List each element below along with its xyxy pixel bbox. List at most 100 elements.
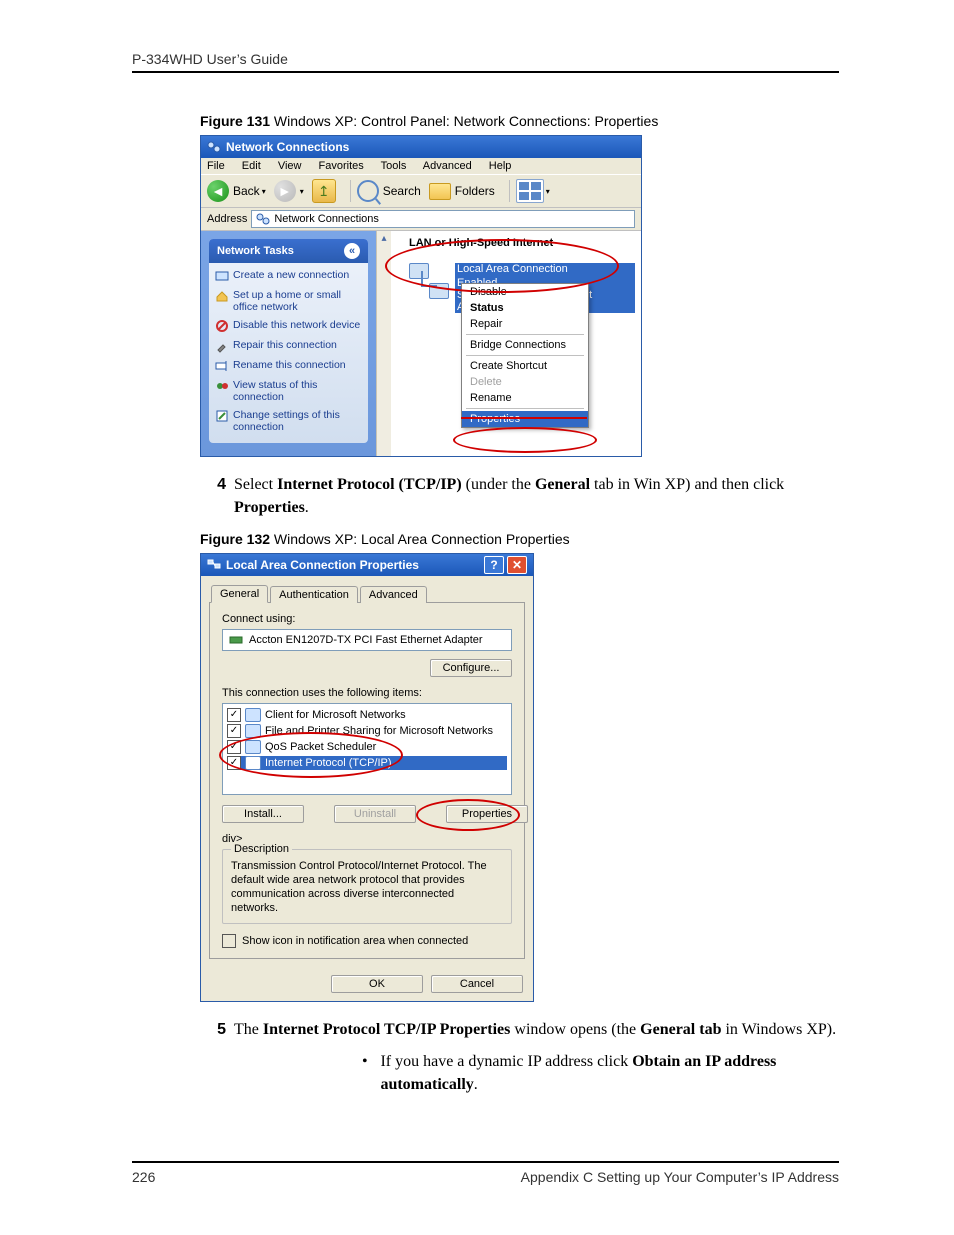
fig132-caption-label: Figure 132 <box>200 531 270 547</box>
tasks-panel: Network Tasks « Create a new connection … <box>201 231 376 456</box>
task-rename[interactable]: Rename this connection <box>213 357 364 377</box>
ctx-delete: Delete <box>462 374 588 390</box>
dialog-titlebar[interactable]: Local Area Connection Properties ? ✕ <box>201 554 533 576</box>
menu-advanced[interactable]: Advanced <box>423 160 472 172</box>
step-5-number: 5 <box>204 1018 226 1041</box>
step-5: 5 The Internet Protocol TCP/IP Propertie… <box>204 1018 839 1041</box>
properties-button[interactable]: Properties <box>446 805 528 823</box>
step-4-number: 4 <box>204 473 226 519</box>
folders-button[interactable]: Folders <box>429 183 495 200</box>
menu-edit[interactable]: Edit <box>242 160 261 172</box>
network-icon <box>207 140 221 154</box>
checkbox-icon[interactable]: ✓ <box>227 756 241 770</box>
back-caret-icon: ▾ <box>262 187 266 196</box>
fig131-caption: Figure 131 Windows XP: Control Panel: Ne… <box>200 113 839 129</box>
cancel-button[interactable]: Cancel <box>431 975 523 993</box>
bullet-icon: • <box>362 1050 380 1096</box>
collapse-icon[interactable]: « <box>344 243 360 259</box>
back-label: Back <box>233 184 260 198</box>
ctx-bridge[interactable]: Bridge Connections <box>462 337 588 353</box>
tasks-header[interactable]: Network Tasks « <box>209 239 368 263</box>
folders-icon <box>429 183 451 200</box>
step-4: 4 Select Internet Protocol (TCP/IP) (und… <box>204 473 839 519</box>
menu-favorites[interactable]: Favorites <box>319 160 364 172</box>
address-field[interactable]: Network Connections <box>251 210 635 228</box>
disable-icon <box>215 319 229 333</box>
connection-icon <box>409 263 449 299</box>
back-button[interactable]: ◄ Back ▾ <box>207 180 266 202</box>
item-file-print[interactable]: ✓File and Printer Sharing for Microsoft … <box>227 724 507 738</box>
menu-tools[interactable]: Tools <box>381 160 407 172</box>
description-text: Transmission Control Protocol/Internet P… <box>231 860 503 915</box>
menu-file[interactable]: File <box>207 160 225 172</box>
ctx-shortcut[interactable]: Create Shortcut <box>462 358 588 374</box>
bullet-list: • If you have a dynamic IP address click… <box>362 1050 839 1096</box>
forward-button[interactable]: ► ▾ <box>274 180 304 202</box>
show-icon-checkbox[interactable]: Show icon in notification area when conn… <box>222 934 512 948</box>
footer-text: Appendix C Setting up Your Computer’s IP… <box>182 1169 839 1185</box>
search-label: Search <box>383 184 421 198</box>
task-repair[interactable]: Repair this connection <box>213 337 364 357</box>
search-button[interactable]: Search <box>357 180 421 202</box>
connect-using-label: Connect using: <box>222 613 512 625</box>
checkbox-icon[interactable]: ✓ <box>227 708 241 722</box>
address-value: Network Connections <box>274 213 379 225</box>
adapter-field[interactable]: Accton EN1207D-TX PCI Fast Ethernet Adap… <box>222 629 512 651</box>
scrollbar[interactable]: ▴ <box>376 231 391 456</box>
item-qos[interactable]: ✓QoS Packet Scheduler <box>227 740 507 754</box>
toolbar: ◄ Back ▾ ► ▾ ↥ Search Folde <box>201 174 641 208</box>
ok-button[interactable]: OK <box>331 975 423 993</box>
ctx-disable[interactable]: Disable <box>462 284 588 300</box>
description-group: Description Transmission Control Protoco… <box>222 849 512 924</box>
fig132-caption-text: Windows XP: Local Area Connection Proper… <box>270 531 570 547</box>
views-button[interactable]: ▾ <box>516 179 550 203</box>
help-button[interactable]: ? <box>484 556 504 574</box>
ctx-rename[interactable]: Rename <box>462 390 588 406</box>
connection-name: Local Area Connection <box>455 263 635 277</box>
items-listbox[interactable]: ✓Client for Microsoft Networks ✓File and… <box>222 703 512 795</box>
ctx-status[interactable]: Status <box>462 300 588 316</box>
install-button[interactable]: Install... <box>222 805 304 823</box>
task-disable[interactable]: Disable this network device <box>213 317 364 337</box>
fig131-caption-text: Windows XP: Control Panel: Network Conne… <box>270 113 658 129</box>
item-buttons-row: Install... Uninstall Properties <box>222 805 512 823</box>
service-icon <box>245 740 261 754</box>
close-button[interactable]: ✕ <box>507 556 527 574</box>
bullet-text: If you have a dynamic IP address click O… <box>380 1050 839 1096</box>
ctx-repair[interactable]: Repair <box>462 316 588 332</box>
tab-general[interactable]: General <box>211 585 268 603</box>
ctx-sep-3 <box>466 408 584 409</box>
task-home-network[interactable]: Set up a home or small office network <box>213 287 364 317</box>
tab-panel: Connect using: Accton EN1207D-TX PCI Fas… <box>209 602 525 959</box>
toolbar-separator <box>350 180 351 202</box>
checkbox-icon[interactable]: ✓ <box>227 740 241 754</box>
fig131-caption-label: Figure 131 <box>200 113 270 129</box>
ctx-properties[interactable]: Properties <box>462 411 588 427</box>
menu-help[interactable]: Help <box>489 160 512 172</box>
tab-advanced[interactable]: Advanced <box>360 586 427 603</box>
task-create-connection[interactable]: Create a new connection <box>213 267 364 287</box>
scroll-up-icon[interactable]: ▴ <box>377 231 391 245</box>
client-icon <box>245 708 261 722</box>
tabstrip: General Authentication Advanced <box>201 576 533 602</box>
footer-page-number: 226 <box>132 1169 182 1185</box>
uninstall-button: Uninstall <box>334 805 416 823</box>
item-client-ms[interactable]: ✓Client for Microsoft Networks <box>227 708 507 722</box>
menu-view[interactable]: View <box>278 160 302 172</box>
bullet-item: • If you have a dynamic IP address click… <box>362 1050 839 1096</box>
checkbox-icon[interactable] <box>222 934 236 948</box>
task-settings[interactable]: Change settings of this connection <box>213 407 364 437</box>
up-button[interactable]: ↥ <box>312 179 336 203</box>
tab-authentication[interactable]: Authentication <box>270 586 358 603</box>
folders-label: Folders <box>455 184 495 198</box>
checkbox-icon[interactable]: ✓ <box>227 724 241 738</box>
settings-icon <box>215 409 229 423</box>
item-tcpip[interactable]: ✓Internet Protocol (TCP/IP) <box>227 756 507 770</box>
window-titlebar[interactable]: Network Connections <box>201 136 641 158</box>
fig132-caption: Figure 132 Windows XP: Local Area Connec… <box>200 531 839 547</box>
adapter-icon <box>229 633 243 647</box>
window-title: Network Connections <box>226 140 349 154</box>
task-status[interactable]: View status of this connection <box>213 377 364 407</box>
configure-button[interactable]: Configure... <box>430 659 512 677</box>
address-label: Address <box>207 213 247 225</box>
